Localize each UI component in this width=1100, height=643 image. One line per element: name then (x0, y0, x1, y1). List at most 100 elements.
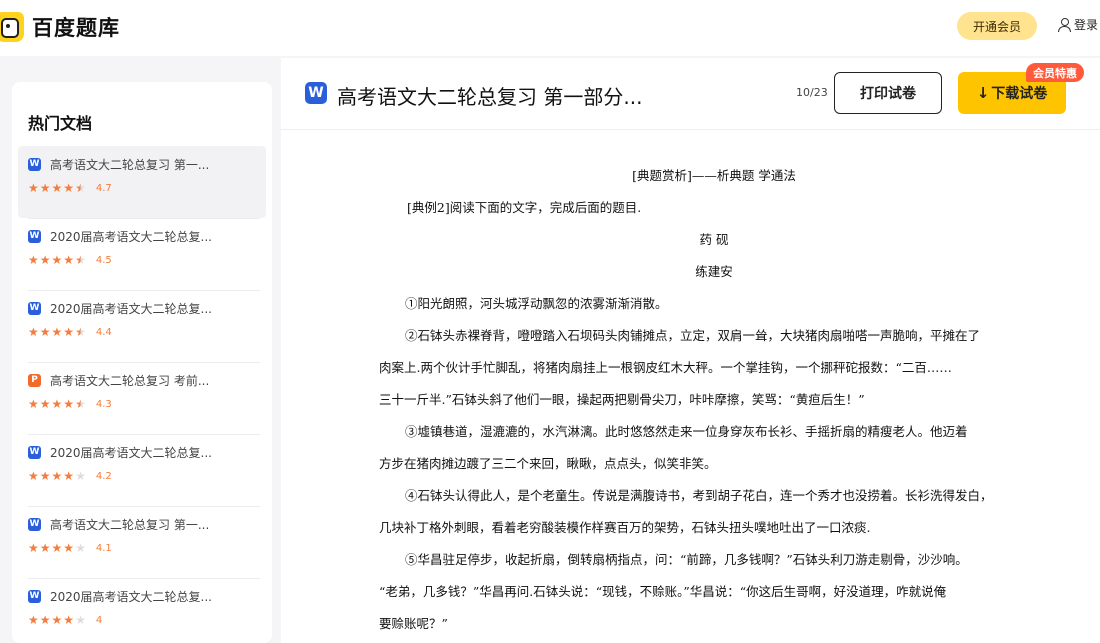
document-text-line: ⑤华昌驻足停步，收起折扇，倒转扇柄指点，问：“前蹄，几多钱啊？”石钵头利刀游走剔… (405, 552, 968, 567)
hot-doc-name: 2020届高考语文大二轮总复... (50, 445, 212, 460)
star-icon: ★ (63, 397, 75, 411)
download-arrow-icon: ↓ (976, 84, 990, 102)
logo[interactable]: 百度题库 (0, 10, 120, 44)
document-text-line: 三十一斤半.”石钵头斜了他们一眼，操起两把剔骨尖刀，咔咔摩擦，笑骂：“黄疸后生！… (379, 392, 865, 407)
rating-row: ★ ★ ★ ★ ★ 4.5 (28, 254, 256, 266)
star-rating: ★ ★ ★ ★ ★ (28, 542, 87, 554)
star-icon: ★ (75, 325, 86, 339)
hot-docs-sidebar: 热门文档 W 高考语文大二轮总复习 第一... ★ ★ ★ ★ ★ 4.7 W 2020届高考语文… (12, 82, 272, 643)
star-icon: ★ (63, 253, 75, 267)
star-icon: ★ (39, 181, 51, 195)
document-text-line: ④石钵头认得此人，是个老童生。传说是满腹诗书，考到胡子花白，连一个秀才也没捞着。… (405, 488, 993, 503)
hot-docs-list: W 高考语文大二轮总复习 第一... ★ ★ ★ ★ ★ 4.7 W 2020届高考语文大二轮总复… (18, 146, 266, 643)
hot-doc-item[interactable]: W 2020届高考语文大二轮总复... ★ ★ ★ ★ ★ 4.4 (18, 290, 266, 362)
star-icon: ★ (39, 325, 51, 339)
star-icon: ★ (63, 613, 75, 627)
document-header: W 高考语文大二轮总复习 第一部分... 10/23 打印试卷 ↓ 下载试卷 会… (281, 58, 1100, 130)
star-rating: ★ ★ ★ ★ ★ (28, 470, 87, 482)
star-icon: ★ (28, 469, 39, 483)
star-icon: ★ (39, 469, 51, 483)
star-icon: ★ (28, 325, 39, 339)
hot-doc-title-row: W 高考语文大二轮总复习 第一... (28, 156, 256, 172)
star-icon: ★ (51, 325, 63, 339)
star-icon: ★ (75, 253, 86, 267)
hot-doc-name: 2020届高考语文大二轮总复... (50, 589, 212, 604)
top-bar: 百度题库 开通会员 登录 (0, 0, 1100, 56)
rating-score: 4.7 (95, 182, 112, 194)
login-button[interactable]: 登录 (1058, 16, 1098, 33)
hot-doc-item[interactable]: P 高考语文大二轮总复习 考前... ★ ★ ★ ★ ★ 4.3 (18, 362, 266, 434)
hot-doc-item[interactable]: W 高考语文大二轮总复习 第一... ★ ★ ★ ★ ★ 4.1 (18, 506, 266, 578)
rating-row: ★ ★ ★ ★ ★ 4 (28, 614, 256, 626)
hot-doc-item[interactable]: W 2020届高考语文大二轮总复... ★ ★ ★ ★ ★ 4.2 (18, 434, 266, 506)
ppt-file-icon: P (28, 373, 41, 387)
rating-score: 4.3 (95, 398, 112, 410)
hot-doc-name: 2020届高考语文大二轮总复... (50, 301, 212, 316)
download-label: 下载试卷 (991, 86, 1048, 102)
star-rating: ★ ★ ★ ★ ★ (28, 254, 87, 266)
star-icon: ★ (51, 469, 63, 483)
star-rating: ★ ★ ★ ★ ★ (28, 182, 87, 194)
rating-score: 4.5 (95, 254, 112, 266)
open-vip-button[interactable]: 开通会员 (957, 12, 1037, 40)
document-title: 高考语文大二轮总复习 第一部分... (337, 85, 643, 109)
document-text-line: 方步在猪肉摊边踱了三二个来回，瞅瞅，点点头，似笑非笑。 (379, 456, 717, 471)
star-icon: ★ (75, 397, 86, 411)
star-rating: ★ ★ ★ ★ ★ (28, 326, 87, 338)
star-rating: ★ ★ ★ ★ ★ (28, 614, 87, 626)
document-text-line: “老弟，几多钱？”华昌再问.石钵头说：“现钱，不赊账。”华昌说：“你这后生哥啊，… (379, 584, 947, 599)
baidu-tiku-logo-icon (0, 12, 24, 42)
document-text-line: 药 砚 (699, 232, 729, 247)
document-text-line: [典例2]阅读下面的文字，完成后面的题目. (407, 200, 642, 215)
star-icon: ★ (51, 253, 63, 267)
logo-text: 百度题库 (32, 16, 120, 40)
star-icon: ★ (51, 181, 63, 195)
hot-doc-title-row: W 2020届高考语文大二轮总复... (28, 300, 256, 316)
hot-doc-item[interactable]: W 高考语文大二轮总复习 第一... ★ ★ ★ ★ ★ 4.7 (18, 146, 266, 218)
login-label: 登录 (1074, 18, 1099, 32)
member-promo-badge: 会员特惠 (1026, 63, 1084, 82)
star-icon: ★ (75, 181, 86, 195)
rating-row: ★ ★ ★ ★ ★ 4.2 (28, 470, 256, 482)
rating-score: 4.2 (95, 470, 112, 482)
hot-doc-title-row: W 高考语文大二轮总复习 第一... (28, 516, 256, 532)
rating-score: 4 (95, 614, 103, 626)
document-text-line: ③墟镇巷道，湿漉漉的，水汽淋漓。此时悠悠然走来一位身穿灰布长衫、手摇折扇的精瘦老… (405, 424, 968, 439)
word-file-icon: W (28, 301, 41, 315)
document-text-line: 练建安 (695, 264, 733, 279)
star-icon: ★ (63, 325, 75, 339)
star-icon: ★ (63, 469, 75, 483)
word-file-icon: W (28, 517, 41, 531)
hot-doc-title-row: W 2020届高考语文大二轮总复... (28, 588, 256, 604)
star-icon: ★ (28, 397, 39, 411)
rating-row: ★ ★ ★ ★ ★ 4.1 (28, 542, 256, 554)
rating-row: ★ ★ ★ ★ ★ 4.7 (28, 182, 256, 194)
print-button[interactable]: 打印试卷 (834, 72, 942, 114)
document-viewer[interactable]: [典题赏析]——析典题 学通法 [典例2]阅读下面的文字，完成后面的题目. 药 砚练… (281, 130, 1100, 643)
star-icon: ★ (75, 613, 86, 627)
document-text-line: ②石钵头赤裸脊背，噔噔踏入石坝码头肉铺摊点，立定，双肩一耸，大块猪肉扇啪嗒一声脆… (405, 328, 981, 343)
hot-doc-name: 高考语文大二轮总复习 考前... (50, 373, 210, 388)
page-counter: 10/23 (796, 86, 828, 99)
star-icon: ★ (39, 397, 51, 411)
hot-doc-item[interactable]: W 2020届高考语文大二轮总复... ★ ★ ★ ★ ★ 4.5 (18, 218, 266, 290)
word-file-icon: W (28, 589, 41, 603)
star-icon: ★ (39, 541, 51, 555)
word-file-icon: W (28, 445, 41, 459)
star-rating: ★ ★ ★ ★ ★ (28, 398, 87, 410)
document-text-line: [典题赏析]——析典题 学通法 (632, 168, 796, 183)
hot-doc-item[interactable]: W 2020届高考语文大二轮总复... ★ ★ ★ ★ ★ 4 (18, 578, 266, 643)
star-icon: ★ (75, 541, 86, 555)
hot-doc-title-row: W 2020届高考语文大二轮总复... (28, 228, 256, 244)
rating-score: 4.1 (95, 542, 112, 554)
star-icon: ★ (28, 181, 39, 195)
hot-doc-title-row: W 2020届高考语文大二轮总复... (28, 444, 256, 460)
star-icon: ★ (51, 397, 63, 411)
word-file-icon: W (28, 229, 41, 243)
star-icon: ★ (39, 613, 51, 627)
document-text-line: ①阳光朗照，河头城浮动飘忽的浓雾渐渐消散。 (405, 296, 668, 311)
star-icon: ★ (39, 253, 51, 267)
star-icon: ★ (28, 253, 39, 267)
star-icon: ★ (28, 613, 39, 627)
document-page-text: [典题赏析]——析典题 学通法 [典例2]阅读下面的文字，完成后面的题目. 药 砚练… (379, 166, 1049, 643)
